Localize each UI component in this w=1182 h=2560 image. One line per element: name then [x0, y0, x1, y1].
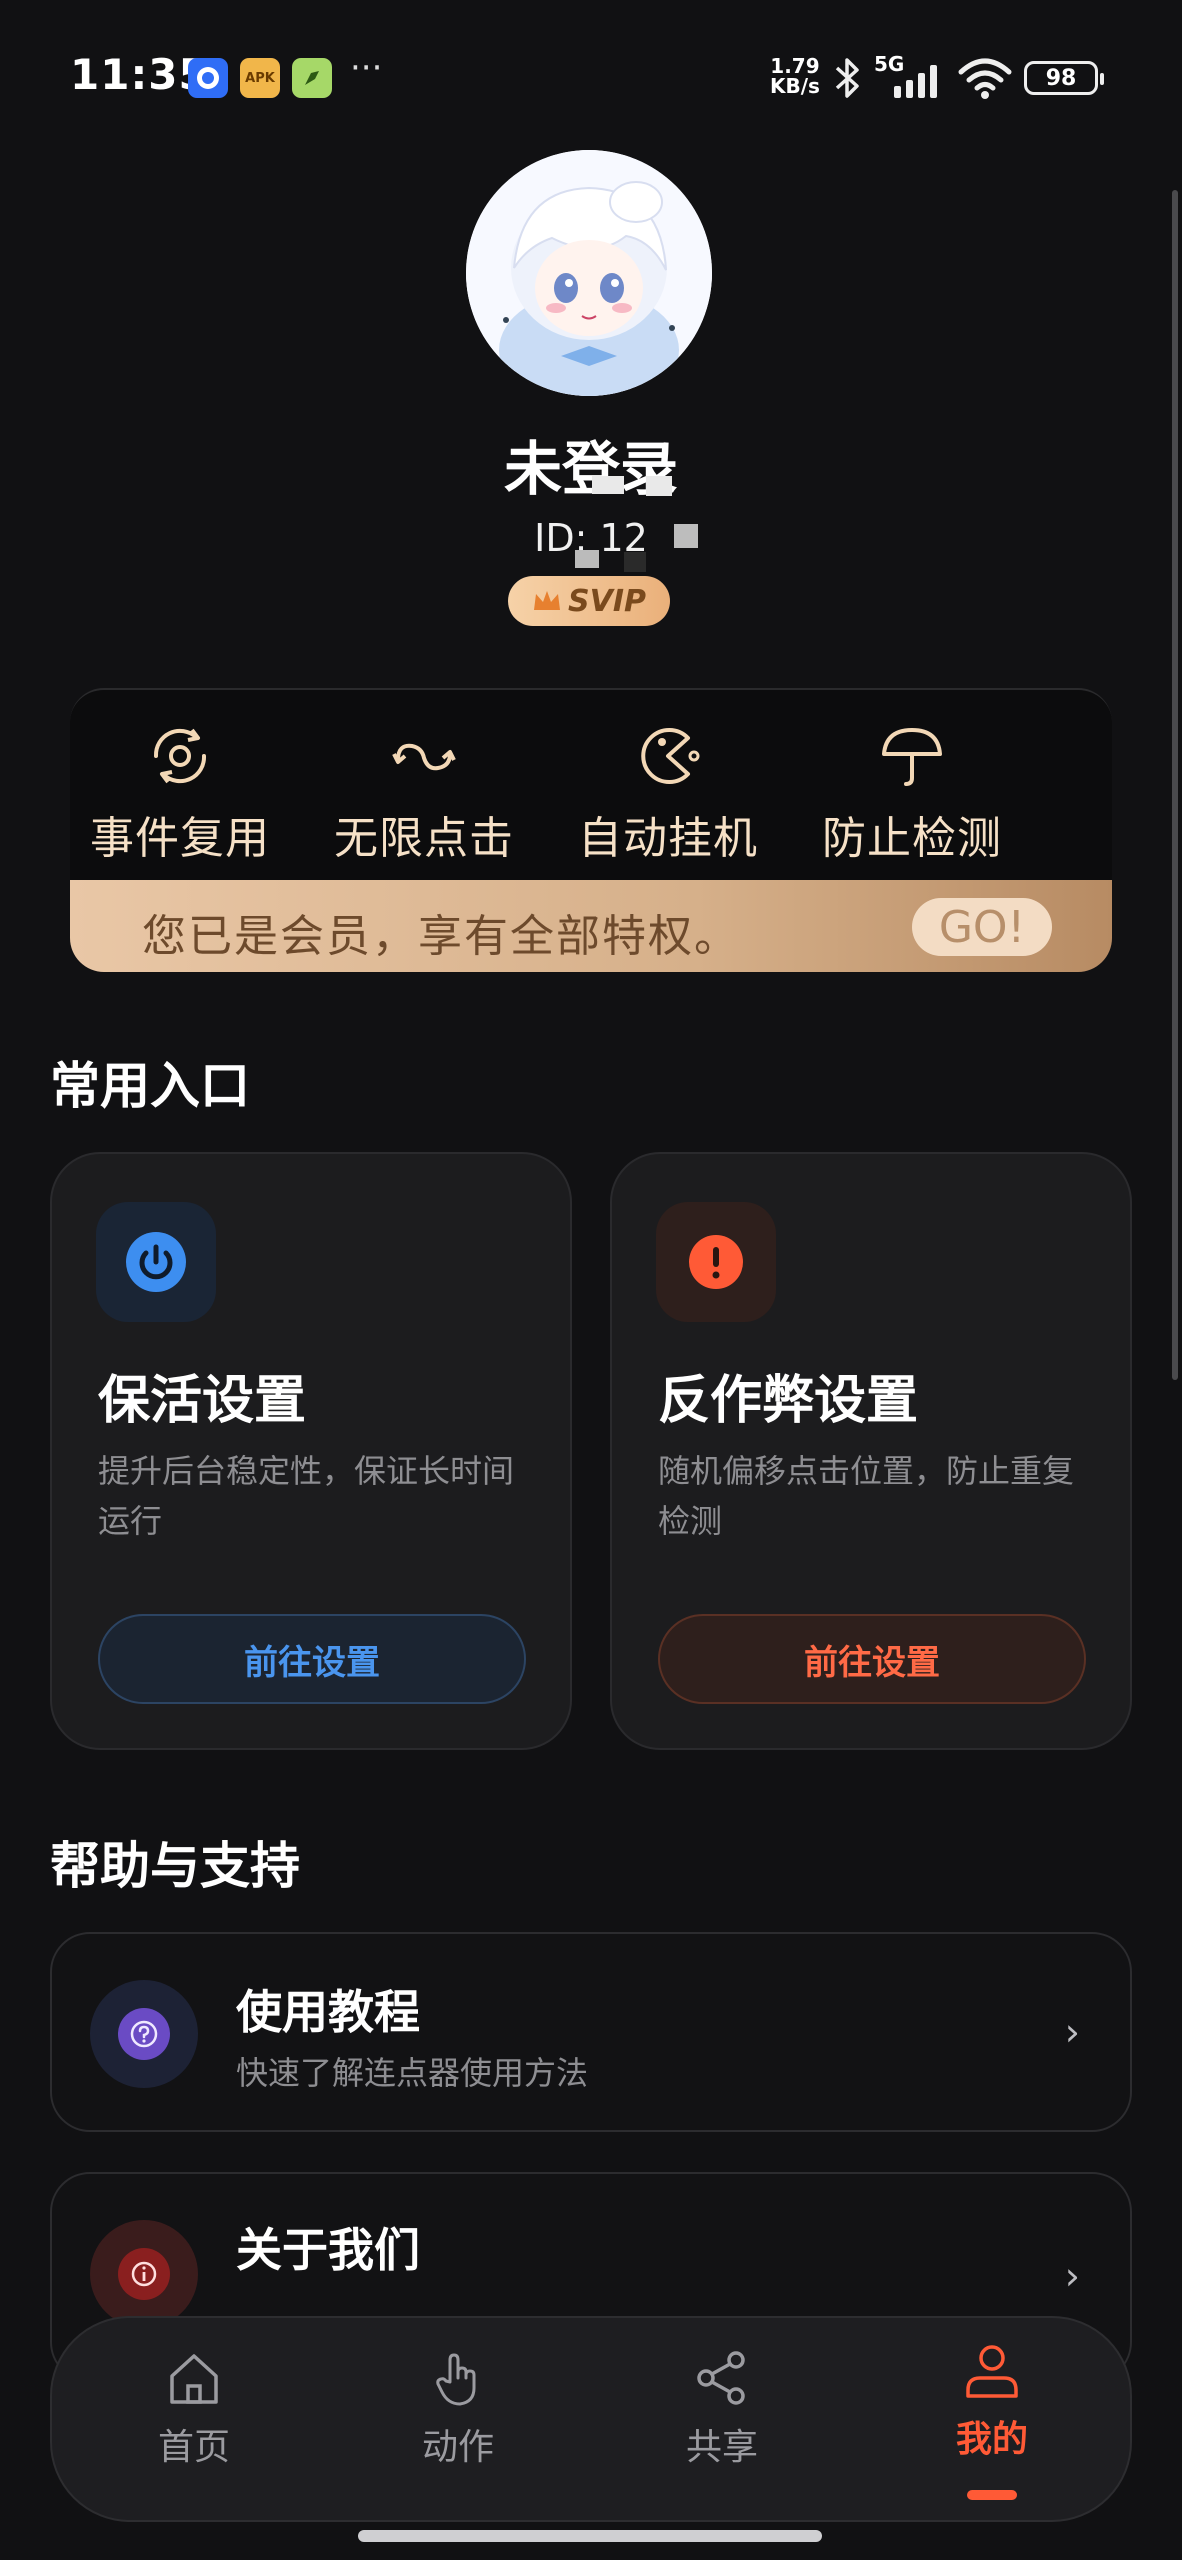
feature-label: 自动挂机 [578, 813, 758, 864]
pacman-icon [641, 728, 700, 784]
recycle-ring-icon [153, 728, 207, 784]
network-speed: 1.79 KB/s [770, 56, 820, 96]
status-indicators: 5G 98 [832, 52, 1104, 100]
tutorial-subtitle: 快速了解连点器使用方法 [236, 2054, 589, 2092]
tutorial-item[interactable]: 使用教程 快速了解连点器使用方法 › [50, 1932, 1132, 2132]
feature-anti-detect[interactable]: 防止检测 [802, 720, 1022, 866]
nav-share[interactable]: 共享 [622, 2348, 822, 2470]
tap-hand-icon [436, 2353, 476, 2406]
battery-level: 98 [1045, 65, 1077, 91]
nav-home-label: 首页 [157, 2427, 230, 2468]
bottom-nav: 首页 动作 共享 我的 [50, 2316, 1132, 2522]
keep-alive-card[interactable]: 保活设置 提升后台稳定性，保证长时间运行 前往设置 [50, 1152, 572, 1750]
scrollbar[interactable] [1172, 190, 1178, 1380]
infinite-loop-icon [392, 743, 456, 771]
tutorial-title: 使用教程 [236, 1985, 420, 2039]
feature-label: 无限点击 [334, 813, 514, 864]
nav-mine-label: 我的 [955, 2419, 1028, 2460]
vip-card: 事件复用 无限点击 自动挂机 防止检测 您已是会员，享有全部特权。 GO! [70, 688, 1112, 972]
nav-actions[interactable]: 动作 [358, 2348, 558, 2470]
redaction-mark [674, 524, 698, 548]
vip-banner[interactable]: 您已是会员，享有全部特权。 GO! [70, 880, 1112, 972]
avatar-illustration [466, 150, 712, 396]
home-icon [170, 2354, 218, 2404]
nav-home[interactable]: 首页 [94, 2348, 294, 2470]
anti-cheat-title: 反作弊设置 [658, 1371, 919, 1431]
status-bar: 11:35 APK ··· 1.79 KB/s 5G 98 [0, 0, 1182, 150]
more-notifications-icon: ··· [350, 48, 383, 88]
apk-app-icon: APK [240, 58, 280, 98]
login-status[interactable]: 未登录 [0, 422, 1182, 506]
battery-icon: 98 [1024, 61, 1104, 95]
user-icon [966, 2345, 1018, 2398]
anti-cheat-card[interactable]: 反作弊设置 随机偏移点击位置，防止重复检测 前往设置 [610, 1152, 1132, 1750]
redaction-mark [575, 550, 599, 568]
green-app-icon [292, 58, 332, 98]
tutorial-icon-wrap [90, 1980, 198, 2088]
wifi-icon [958, 58, 1012, 99]
feature-label: 事件复用 [90, 813, 270, 864]
cellular-signal-icon: 5G [874, 52, 946, 100]
share-icon [697, 2351, 745, 2405]
alert-icon [689, 1235, 743, 1289]
keep-alive-desc: 提升后台稳定性，保证长时间运行 [98, 1452, 515, 1540]
redaction-mark [592, 476, 624, 494]
svip-label: SVIP [568, 583, 646, 619]
network-speed-value: 1.79 [770, 54, 820, 78]
redaction-mark [624, 552, 646, 572]
anti-cheat-icon-wrap [656, 1202, 776, 1322]
power-icon [126, 1232, 186, 1292]
svip-badge: SVIP [508, 576, 670, 626]
crown-icon [534, 591, 560, 610]
about-us-title: 关于我们 [236, 2223, 420, 2277]
feature-infinite-click[interactable]: 无限点击 [314, 720, 534, 866]
redaction-mark [646, 476, 672, 496]
bluetooth-icon [835, 58, 859, 98]
keep-alive-settings-button[interactable]: 前往设置 [98, 1614, 526, 1704]
feature-auto-idle[interactable]: 自动挂机 [558, 720, 778, 866]
network-speed-unit: KB/s [770, 74, 820, 98]
home-gesture-bar[interactable] [358, 2530, 822, 2542]
umbrella-icon [882, 728, 942, 786]
chevron-right-icon: › [1064, 2010, 1080, 2054]
blue-app-icon [188, 58, 228, 98]
go-button[interactable]: GO! [912, 898, 1052, 956]
chevron-right-icon: › [1064, 2254, 1080, 2298]
vip-banner-text: 您已是会员，享有全部特权。 [142, 911, 740, 962]
avatar[interactable] [466, 150, 712, 396]
help-support-title: 帮助与支持 [50, 1837, 300, 1895]
about-icon-wrap [90, 2220, 198, 2328]
anti-cheat-settings-button[interactable]: 前往设置 [658, 1614, 1086, 1704]
nav-mine[interactable]: 我的 [892, 2340, 1092, 2462]
keep-alive-icon-wrap [96, 1202, 216, 1322]
feature-event-reuse[interactable]: 事件复用 [70, 720, 290, 866]
nav-actions-label: 动作 [421, 2427, 494, 2468]
anti-cheat-desc: 随机偏移点击位置，防止重复检测 [658, 1452, 1075, 1540]
active-tab-indicator [967, 2490, 1017, 2500]
question-icon [118, 2008, 170, 2060]
apk-label: APK [245, 70, 275, 86]
feature-label: 防止检测 [822, 813, 1002, 864]
common-entries-title: 常用入口 [50, 1057, 250, 1115]
nav-share-label: 共享 [685, 2427, 758, 2468]
keep-alive-title: 保活设置 [98, 1371, 307, 1431]
info-icon [118, 2248, 170, 2300]
